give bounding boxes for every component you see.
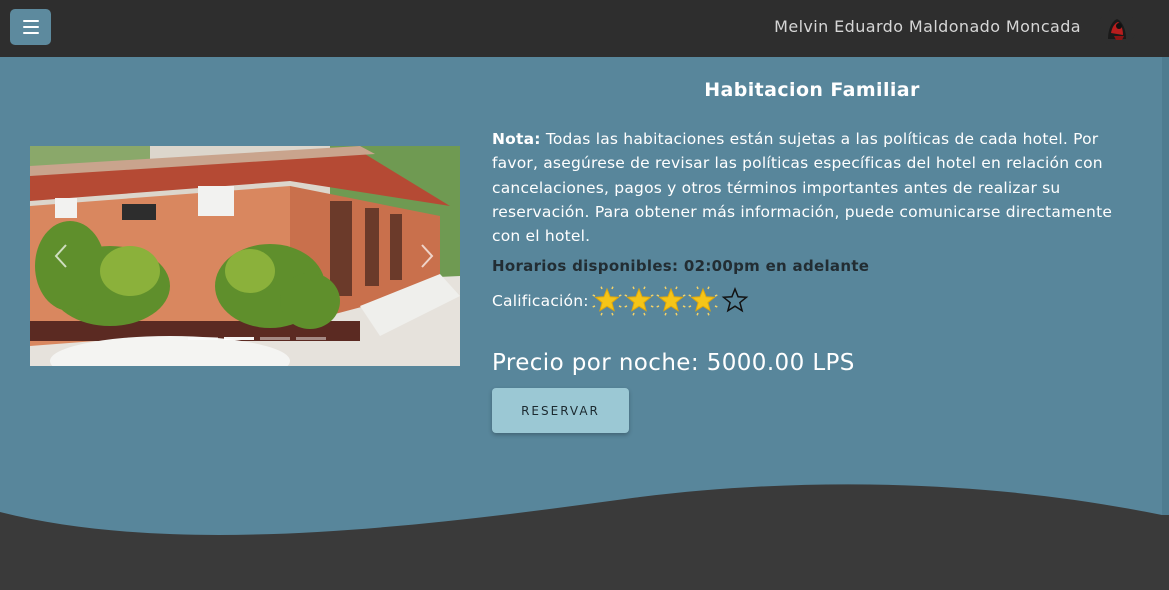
room-detail-section: Habitacion Familiar Nota: Todas las habi… xyxy=(0,57,1162,590)
user-avatar[interactable] xyxy=(1098,9,1136,47)
footer-wave xyxy=(0,484,1162,590)
hamburger-menu-button[interactable] xyxy=(10,9,51,45)
hamburger-icon xyxy=(22,20,39,22)
hamburger-icon-bar xyxy=(22,26,39,28)
avatar-icon xyxy=(1098,9,1136,47)
user-name[interactable]: Melvin Eduardo Maldonado Moncada xyxy=(774,17,1081,36)
scrollbar[interactable] xyxy=(1162,57,1169,515)
top-navbar: Melvin Eduardo Maldonado Moncada xyxy=(0,0,1169,57)
hamburger-icon-bar xyxy=(22,32,39,34)
